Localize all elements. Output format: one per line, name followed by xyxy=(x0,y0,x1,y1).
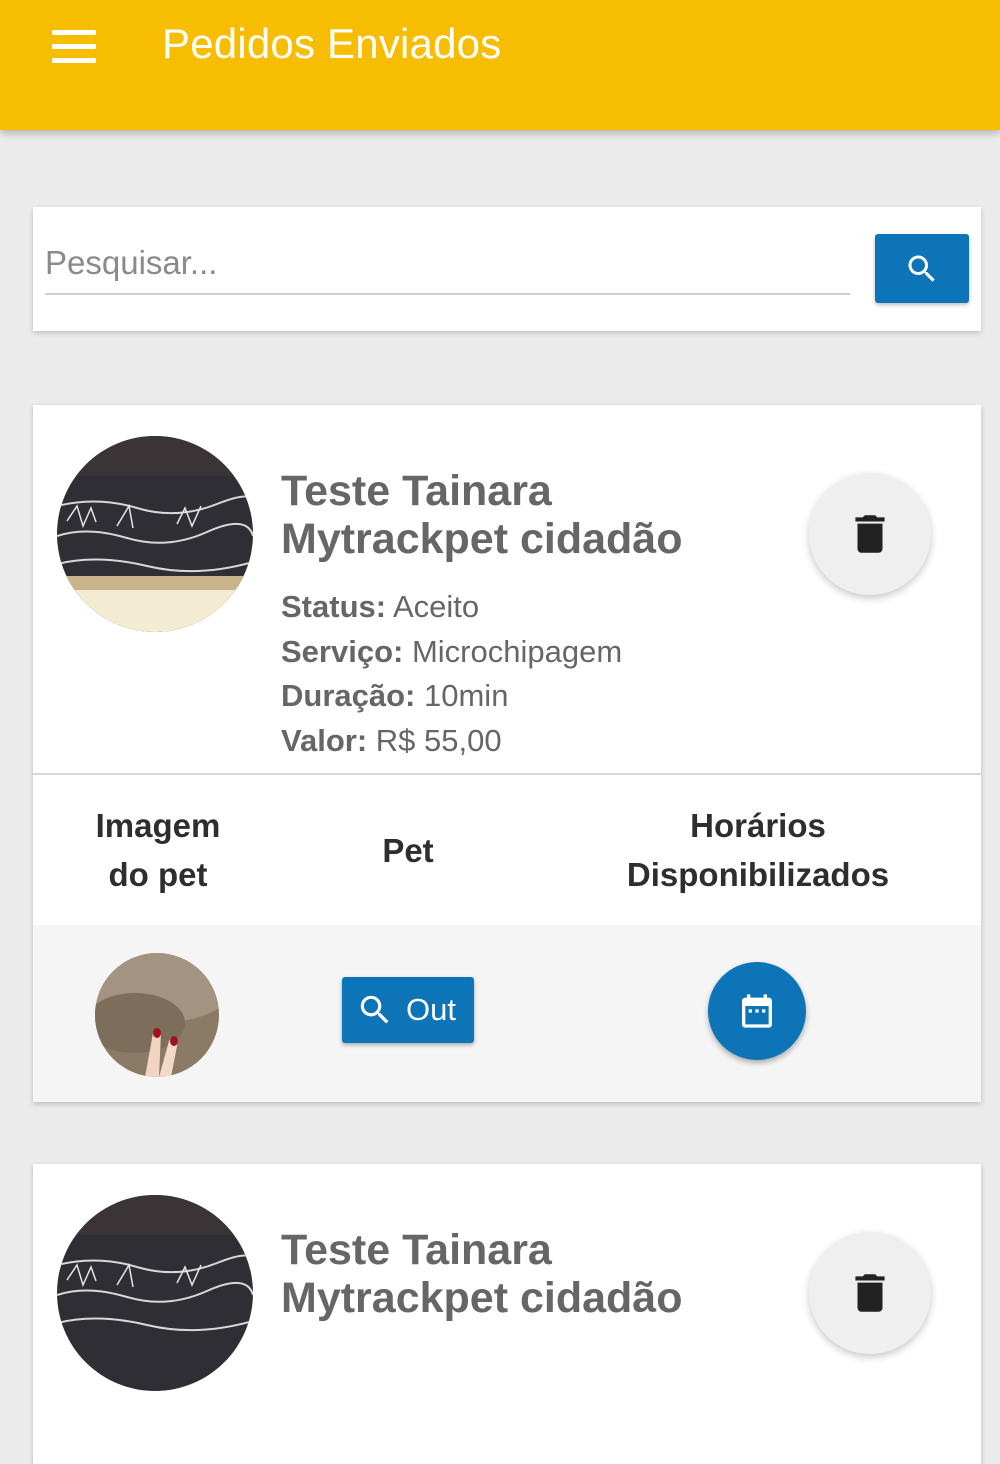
service-label: Serviço: xyxy=(281,633,404,669)
duration-label: Duração: xyxy=(281,678,416,713)
status-value: Aceito xyxy=(392,589,480,624)
hamburger-menu-icon[interactable] xyxy=(50,28,100,66)
view-pet-button-label: Out xyxy=(406,992,456,1027)
table-header: Imagem do pet Pet Horários Disponibilizado… xyxy=(33,773,981,927)
column-header-pet: Pet xyxy=(382,831,434,869)
table-row: Out xyxy=(33,925,981,1102)
search-card xyxy=(33,207,981,331)
pet-image[interactable] xyxy=(95,953,219,1077)
view-pet-button[interactable]: Out xyxy=(342,977,474,1043)
owner-name: Teste Tainara Mytrackpet cidadão xyxy=(281,467,751,563)
order-card: Teste Tainara Mytrackpet cidadão Status:… xyxy=(33,405,981,1102)
owner-avatar xyxy=(57,1195,253,1391)
owner-avatar xyxy=(57,436,253,632)
owner-name-line2: Mytrackpet cidadão xyxy=(281,1274,683,1322)
status-label: Status: xyxy=(281,589,387,624)
column-header-available-times: Horários Disponibilizados xyxy=(626,807,890,893)
calendar-icon xyxy=(742,994,772,1028)
order-card: Teste Tainara Mytrackpet cidadão xyxy=(33,1164,981,1464)
delete-order-button[interactable] xyxy=(809,1232,931,1354)
column-header-pet-image: Imagem do pet xyxy=(95,807,221,893)
trash-icon xyxy=(855,515,885,553)
available-times-button[interactable] xyxy=(708,962,806,1060)
search-icon xyxy=(908,255,935,282)
search-icon xyxy=(356,991,394,1029)
service-row: Serviço: Microchipagem xyxy=(281,630,622,675)
trash-icon xyxy=(855,1274,885,1312)
owner-name-line1: Teste Tainara xyxy=(281,467,552,515)
order-details: Status: Aceito Serviço: Microchipagem Du… xyxy=(281,585,622,763)
service-value: Microchipagem xyxy=(411,633,623,669)
owner-name-line2: Mytrackpet cidadão xyxy=(281,515,683,563)
owner-name: Teste Tainara Mytrackpet cidadão xyxy=(281,1226,751,1322)
duration-row: Duração: 10min xyxy=(281,674,622,719)
price-value: R$ 55,00 xyxy=(375,722,502,758)
delete-order-button[interactable] xyxy=(809,473,931,595)
price-label: Valor: xyxy=(281,722,368,758)
owner-name-line1: Teste Tainara xyxy=(281,1226,552,1274)
search-button[interactable] xyxy=(875,234,969,303)
duration-value: 10min xyxy=(424,678,509,713)
page-title: Pedidos Enviados xyxy=(162,20,502,67)
price-row: Valor: R$ 55,00 xyxy=(281,719,622,764)
app-bar: Pedidos Enviados xyxy=(0,0,1000,130)
status-row: Status: Aceito xyxy=(281,585,622,630)
search-input[interactable] xyxy=(45,233,850,295)
